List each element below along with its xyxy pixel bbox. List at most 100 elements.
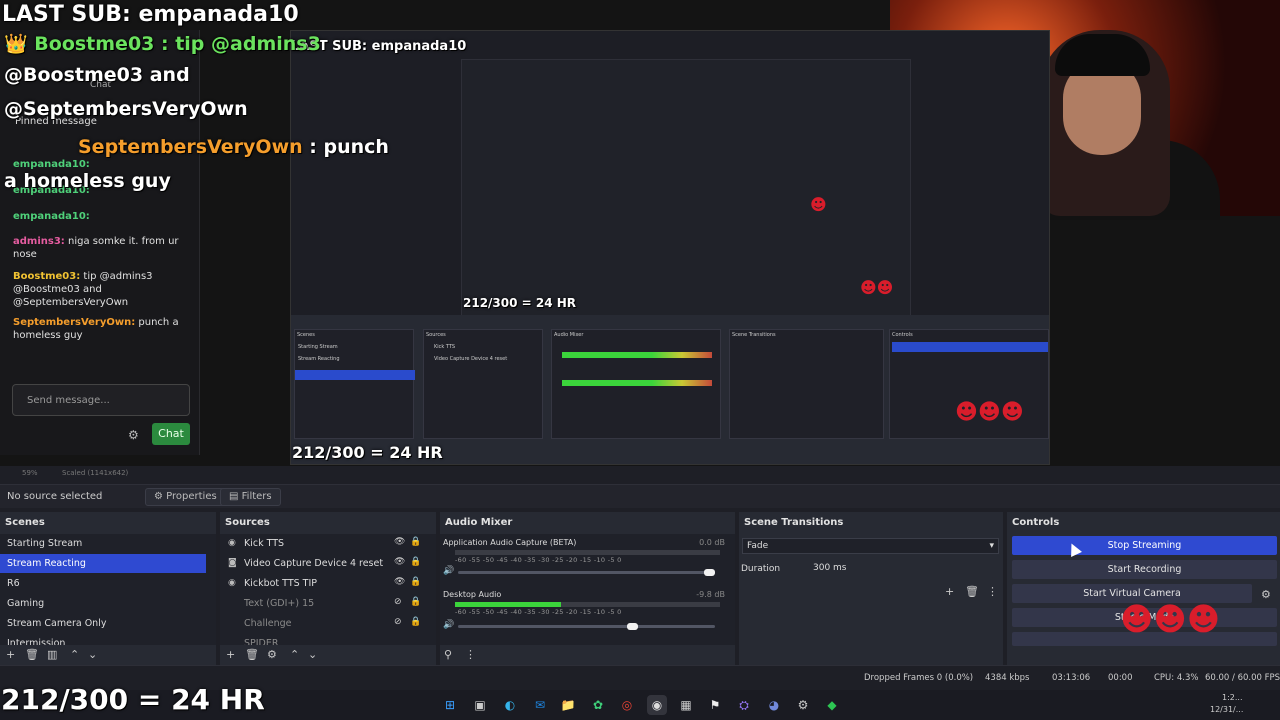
preview-canvas[interactable]: Chat Pinned message empanada10: empanada…: [0, 0, 1280, 468]
chat-message: empanada10:: [13, 211, 90, 222]
lock-icon[interactable]: 🔒: [410, 537, 421, 547]
eye-hidden-icon[interactable]: ⊘: [394, 617, 402, 627]
meter-fill: [455, 602, 561, 607]
volume-knob[interactable]: [626, 623, 638, 630]
gear-icon: ⚙: [154, 491, 167, 502]
teams-icon[interactable]: ⛭: [734, 695, 754, 715]
overlay-last-sub: LAST SUB: empanada10: [2, 2, 299, 27]
windows-start-icon[interactable]: ⊞: [440, 695, 460, 715]
link-icon[interactable]: ⚲: [444, 648, 452, 661]
eye-icon[interactable]: 👁: [394, 537, 405, 547]
transitions-title: Scene Transitions: [744, 517, 844, 528]
filters-button[interactable]: ▤ Filters: [220, 488, 281, 506]
chat-input[interactable]: Send message...: [12, 384, 190, 416]
scene-item[interactable]: Stream Reacting: [0, 554, 206, 573]
source-item[interactable]: Text (GDI+) 15 ⊘ 🔒: [220, 594, 430, 613]
lock-icon[interactable]: 🔒: [410, 617, 421, 627]
filter-icon: ▤: [229, 491, 242, 502]
lock-icon[interactable]: 🔒: [410, 577, 421, 587]
meter-scale: -60 -55 -50 -45 -40 -35 -30 -25 -20 -15 …: [455, 608, 622, 616]
chat-message: Boostme03: tip @admins3 @Boostme03 and @…: [13, 271, 153, 308]
overlay-tip-line2: @Boostme03 and: [4, 64, 190, 86]
trash-icon[interactable]: 🗑: [25, 648, 39, 661]
chevron-up-icon[interactable]: ⌃: [70, 648, 79, 661]
start-recording-button[interactable]: Start Recording: [1012, 560, 1277, 579]
overlay-goal-small: 212/300 = 24 HR: [463, 296, 577, 310]
source-item[interactable]: ◉ Kick TTS 👁 🔒: [220, 534, 430, 553]
app-icon[interactable]: ◆: [822, 695, 842, 715]
add-icon[interactable]: +: [6, 648, 15, 661]
spider-decoration: ☻: [810, 195, 827, 214]
volume-knob[interactable]: [704, 569, 715, 576]
source-item[interactable]: ◉ Kickbot TTS TIP 👁 🔒: [220, 574, 430, 593]
more-icon[interactable]: ⋮: [465, 648, 476, 661]
eye-icon[interactable]: 👁: [394, 577, 405, 587]
mixer-channel-db: -9.8 dB: [696, 590, 725, 599]
add-icon[interactable]: +: [945, 585, 954, 598]
speaker-icon[interactable]: 🔊: [443, 566, 454, 576]
stop-streaming-button[interactable]: Stop Streaming: [1012, 536, 1277, 555]
nested-preview: LAST SUB: empanada10 212/300 = 24 HR Sce…: [290, 30, 1050, 465]
gear-icon[interactable]: ⚙: [267, 648, 277, 661]
chrome-icon[interactable]: ◎: [617, 695, 637, 715]
spider-decoration: ☻☻: [860, 278, 894, 297]
store-icon[interactable]: ▦: [676, 695, 696, 715]
folder-icon[interactable]: 📁: [558, 695, 578, 715]
context-bar: No source selected ⚙ Properties ▤ Filter…: [0, 484, 1280, 508]
filter-icon[interactable]: ▥: [47, 648, 57, 661]
gear-icon[interactable]: ⚙: [1261, 588, 1271, 601]
duration-input[interactable]: 300 ms: [783, 561, 999, 577]
transition-select[interactable]: Fade ▾: [742, 538, 999, 554]
chevron-down-icon: ▾: [989, 541, 994, 551]
source-item[interactable]: ◙ Video Capture Device 4 reset 👁 🔒: [220, 554, 430, 573]
trash-icon[interactable]: 🗑: [245, 648, 259, 661]
edge-icon[interactable]: ◐: [500, 695, 520, 715]
source-item[interactable]: Challenge ⊘ 🔒: [220, 614, 430, 633]
scene-item[interactable]: Gaming: [0, 594, 206, 613]
task-view-icon[interactable]: ▣: [470, 695, 490, 715]
obs-icon[interactable]: ◉: [647, 695, 667, 715]
spider-decoration: ☻☻☻: [955, 400, 1024, 425]
eye-hidden-icon[interactable]: ⊘: [394, 597, 402, 607]
lock-icon[interactable]: 🔒: [410, 557, 421, 567]
properties-button[interactable]: ⚙ Properties: [145, 488, 226, 506]
add-icon[interactable]: +: [226, 648, 235, 661]
volume-slider[interactable]: [458, 569, 715, 576]
trash-icon[interactable]: 🗑: [965, 585, 979, 598]
app-icon[interactable]: ✿: [588, 695, 608, 715]
preview-scale-strip: 59% Scaled (1141x642): [0, 466, 1280, 482]
chat-message: SeptembersVeryOwn: punch a homeless guy: [13, 317, 179, 341]
scenes-title: Scenes: [5, 517, 45, 528]
audio-meter: [455, 602, 720, 607]
eye-icon[interactable]: 👁: [394, 557, 405, 567]
mixer-channel-name: Desktop Audio: [443, 590, 502, 599]
overlay-tip-line: 👑 Boostme03 : tip @admins3: [4, 33, 321, 55]
discord-icon[interactable]: ◕: [764, 695, 784, 715]
source-icon: ◉: [228, 538, 236, 548]
duration-label: Duration: [741, 564, 781, 574]
app-icon[interactable]: ⚑: [705, 695, 725, 715]
lock-icon[interactable]: 🔒: [410, 597, 421, 607]
outlook-icon[interactable]: ✉: [530, 695, 550, 715]
volume-slider[interactable]: [458, 623, 715, 630]
speaker-icon[interactable]: 🔊: [443, 620, 454, 630]
overlay-goal-large: 212/300 = 24 HR: [1, 683, 265, 716]
source-icon: ◉: [228, 578, 236, 588]
chat-send-button[interactable]: Chat: [152, 423, 190, 445]
gear-icon[interactable]: ⚙: [128, 428, 139, 442]
overlay-tip-line3: @SeptembersVeryOwn: [4, 98, 248, 120]
chevron-up-icon[interactable]: ⌃: [290, 648, 299, 661]
scene-item[interactable]: Starting Stream: [0, 534, 206, 553]
scene-item[interactable]: R6: [0, 574, 206, 593]
more-icon[interactable]: ⋮: [987, 585, 998, 598]
cpu-usage: CPU: 4.3%: [1154, 673, 1199, 683]
chevron-down-icon[interactable]: ⌄: [88, 648, 97, 661]
audio-meter: [455, 550, 720, 555]
sources-title: Sources: [225, 517, 270, 528]
scene-transitions-dock: Scene Transitions Fade ▾ Duration 300 ms …: [739, 512, 1003, 665]
audio-mixer-dock: Audio Mixer Application Audio Capture (B…: [440, 512, 735, 665]
settings-icon[interactable]: ⚙: [793, 695, 813, 715]
chevron-down-icon[interactable]: ⌄: [308, 648, 317, 661]
scene-item[interactable]: Stream Camera Only: [0, 614, 206, 633]
spider-decoration: ☻☻☻: [1120, 600, 1221, 638]
